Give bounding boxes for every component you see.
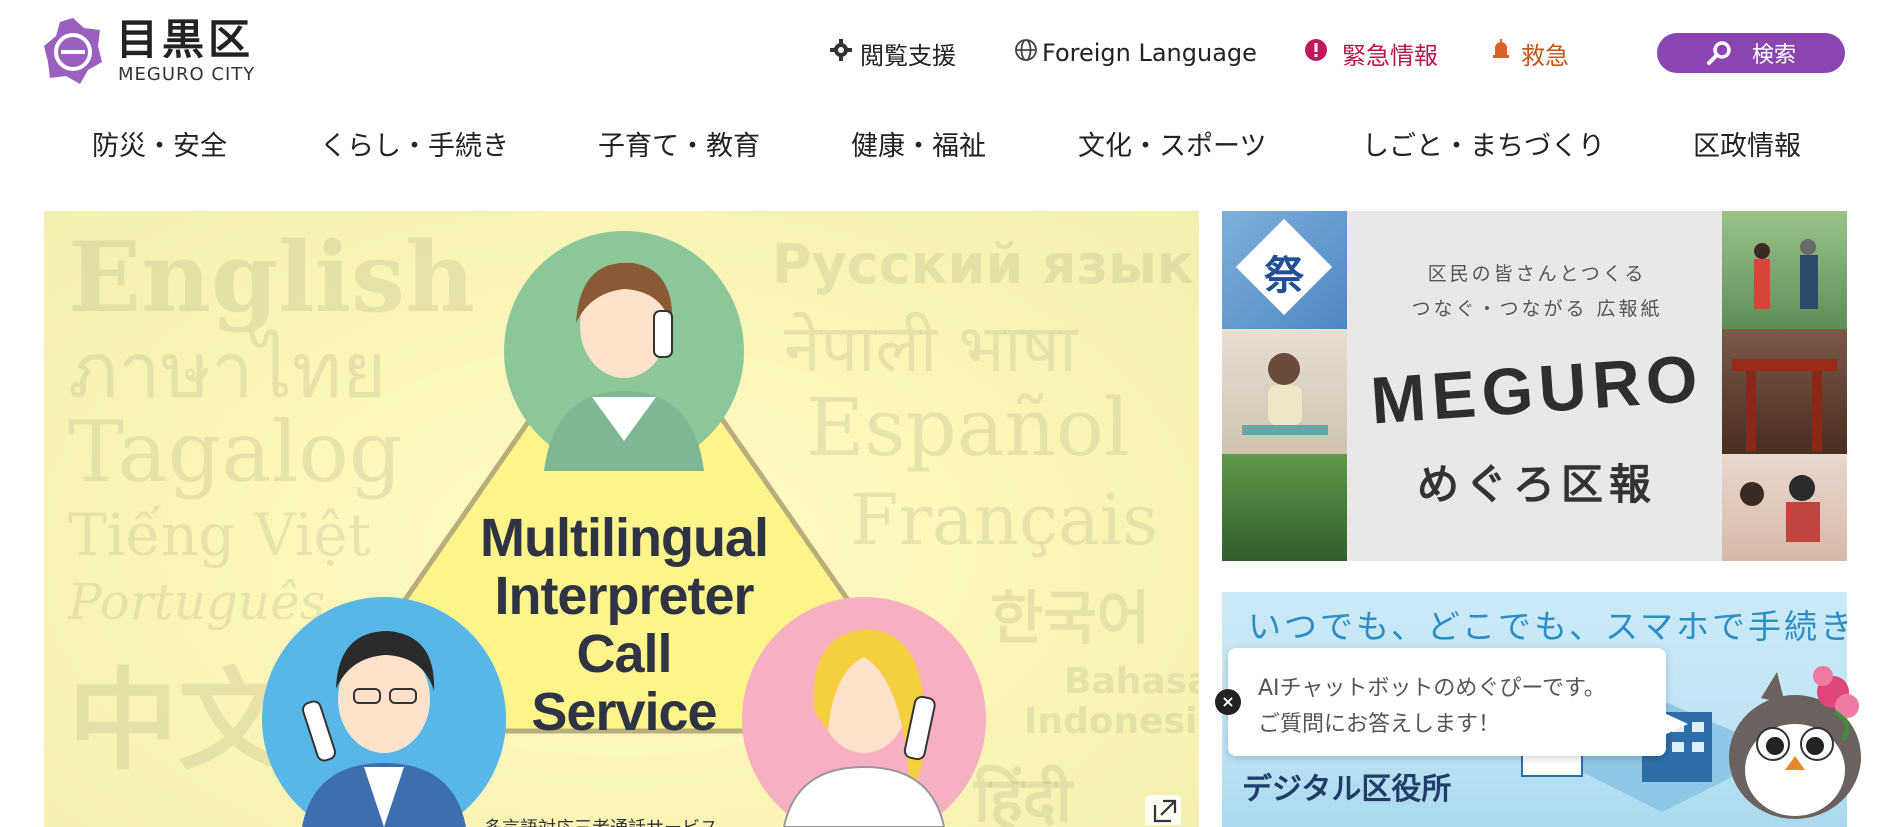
global-navigation: 防災・安全 くらし・手続き 子育て・教育 健康・福祉 文化・スポーツ しごと・ま… [0, 124, 1887, 166]
site-logo[interactable]: 目黒区 MEGURO CITY [44, 18, 255, 85]
nav-item-childcare-education[interactable]: 子育て・教育 [598, 124, 760, 163]
digital-banner-headline: いつでも、どこでも、スマホで手続き [1248, 607, 1847, 646]
foreign-language-label: Foreign Language [1042, 39, 1257, 67]
nav-item-culture-sports[interactable]: 文化・スポーツ [1078, 124, 1266, 163]
kohou-title: めぐろ区報 [1416, 460, 1657, 509]
photo-group-people [1722, 211, 1847, 329]
chatbot-message-line2: ご質問にお答えします！ [1258, 712, 1501, 737]
emergency-info-link[interactable]: 緊急情報 [1304, 33, 1438, 73]
photo-family [1722, 454, 1847, 561]
banner-title-line: Interpreter [494, 566, 754, 626]
external-link-icon [1145, 795, 1181, 825]
digital-banner-label: デジタル区役所 [1242, 772, 1452, 807]
kohou-tagline-2: つなぐ・つながる 広報紙 [1411, 298, 1663, 320]
meguro-emblem-icon [44, 18, 102, 84]
photo-shrine-gate [1722, 329, 1847, 454]
photo-river-trees [1222, 454, 1347, 561]
accessibility-support-label: 閲覧支援 [860, 41, 956, 70]
search-button[interactable]: 検索 [1657, 33, 1845, 73]
nav-item-disaster-safety[interactable]: 防災・安全 [92, 124, 227, 163]
gear-icon [830, 39, 852, 67]
search-icon [1706, 41, 1731, 65]
logo-japanese-name: 目黒区 [116, 15, 255, 64]
logo-english-name: MEGURO CITY [118, 64, 256, 85]
nav-item-government-info[interactable]: 区政情報 [1693, 124, 1801, 163]
nav-item-work-town[interactable]: しごと・まちづくり [1362, 124, 1605, 163]
nav-item-living-procedures[interactable]: くらし・手続き [320, 124, 509, 163]
alert-icon [1304, 38, 1328, 68]
emergency-info-label: 緊急情報 [1342, 41, 1438, 70]
chatbot-bubble[interactable]: AIチャットボットのめぐぴーです。 ご質問にお答えします！ [1228, 648, 1666, 756]
multilingual-interpreter-banner[interactable]: English ภาษาไทย Tagalog Tiếng Việt Portu… [44, 211, 1199, 827]
accessibility-support-link[interactable]: 閲覧支援 [830, 33, 956, 73]
festival-badge: 祭 [1264, 253, 1304, 299]
banner-subtitle: 多言語対応三者通話サービス [484, 814, 718, 827]
banner-title-line: Call [576, 624, 672, 684]
chatbot-message-line1: AIチャットボットのめぐぴーです。 [1258, 676, 1606, 701]
chatbot-bubble-tail [1662, 712, 1688, 736]
megupi-mascot-icon[interactable] [1715, 652, 1875, 827]
photo-festival: 祭 [1222, 211, 1347, 329]
chatbot-close-button[interactable]: × [1215, 689, 1241, 715]
meguro-kuhou-banner[interactable]: 祭 区民の皆さんとつくる つなぐ・つながる 広報紙 MEGURO めぐろ区報 [1222, 211, 1847, 561]
nav-item-health-welfare[interactable]: 健康・福祉 [851, 124, 986, 163]
ambulance-label: 救急 [1521, 41, 1569, 70]
photo-woman-sitting [1222, 329, 1347, 454]
banner-title: Multilingual Interpreter Call Service [464, 509, 784, 741]
banner-title-line: Multilingual [480, 508, 769, 568]
globe-icon [1014, 38, 1038, 68]
kohou-brand-wordmark: MEGURO [1368, 340, 1706, 438]
kohou-tagline-1: 区民の皆さんとつくる [1427, 263, 1647, 285]
foreign-language-link[interactable]: Foreign Language [1014, 33, 1257, 73]
search-label: 検索 [1751, 43, 1796, 68]
siren-bell-icon [1491, 39, 1511, 67]
ambulance-link[interactable]: 救急 [1491, 33, 1569, 73]
banner-title-line: Service [531, 682, 717, 742]
